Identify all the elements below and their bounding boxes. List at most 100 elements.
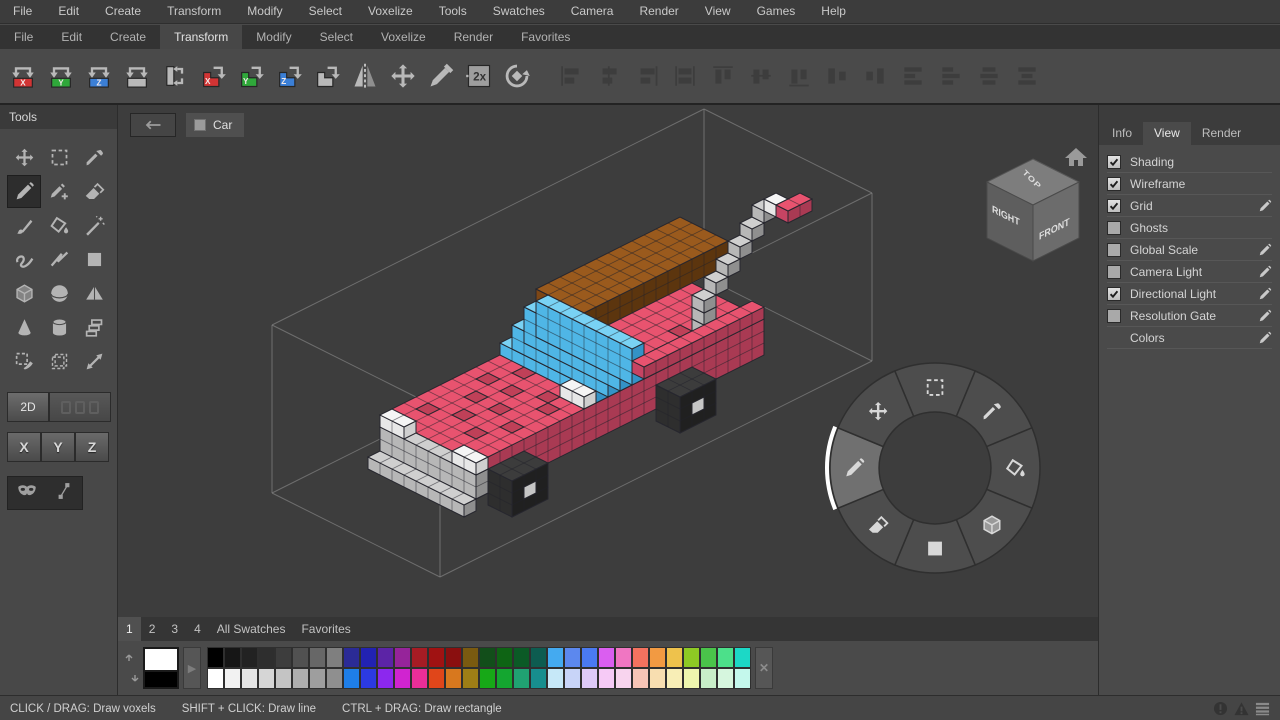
color-swatch[interactable] [700, 668, 717, 689]
checkbox-ghosts[interactable] [1107, 221, 1121, 235]
color-swatch[interactable] [666, 647, 683, 668]
color-swatch[interactable] [598, 647, 615, 668]
tool-move[interactable] [7, 141, 41, 174]
menu-games[interactable]: Games [744, 0, 809, 23]
tool-brush[interactable] [7, 209, 41, 242]
primary-color[interactable] [143, 647, 179, 672]
swatch-tab-4[interactable]: 4 [186, 617, 209, 641]
ribbon-tab-render[interactable]: Render [440, 25, 507, 49]
checkbox-shading[interactable] [1107, 155, 1121, 169]
toolbar-flip-axis-x[interactable]: X [6, 59, 40, 93]
back-button[interactable] [130, 113, 176, 137]
color-swatch[interactable] [411, 668, 428, 689]
menu-render[interactable]: Render [626, 0, 691, 23]
error-icon[interactable] [1213, 701, 1228, 716]
menu-view[interactable]: View [692, 0, 744, 23]
color-swatch[interactable] [564, 647, 581, 668]
color-swatch[interactable] [224, 647, 241, 668]
color-swatch[interactable] [496, 668, 513, 689]
toolbar-flip-axis-z[interactable]: Z [82, 59, 116, 93]
tool-select-brush[interactable] [7, 345, 41, 378]
menu-select[interactable]: Select [296, 0, 355, 23]
color-swatch[interactable] [683, 668, 700, 689]
swatch-close-button[interactable]: ✕ [755, 647, 773, 689]
color-swatch[interactable] [479, 668, 496, 689]
menu-file[interactable]: File [0, 0, 45, 23]
tool-extrude[interactable] [77, 311, 111, 344]
mode-boxes-button[interactable] [49, 392, 111, 422]
color-swatch[interactable] [394, 668, 411, 689]
color-swatch[interactable] [734, 647, 751, 668]
ribbon-tab-select[interactable]: Select [306, 25, 367, 49]
color-swatch[interactable] [428, 647, 445, 668]
tool-picker[interactable] [77, 141, 111, 174]
toolbar-move[interactable] [386, 59, 420, 93]
ribbon-tab-modify[interactable]: Modify [242, 25, 305, 49]
tool-sphere[interactable] [42, 277, 76, 310]
tool-box[interactable] [7, 277, 41, 310]
color-swatch[interactable] [530, 668, 547, 689]
color-swatch[interactable] [275, 668, 292, 689]
menu-tools[interactable]: Tools [426, 0, 480, 23]
axis-z-button[interactable]: Z [75, 432, 109, 462]
ribbon-tab-transform[interactable]: Transform [160, 25, 242, 49]
color-swatch[interactable] [683, 647, 700, 668]
color-swatch[interactable] [615, 668, 632, 689]
color-swatch[interactable] [479, 647, 496, 668]
tool-mirror-line[interactable] [54, 481, 74, 506]
tool-bucket[interactable] [42, 209, 76, 242]
color-swatch[interactable] [258, 647, 275, 668]
viewport-3d[interactable]: TOPRIGHTFRONT Car [118, 105, 1098, 617]
color-swatch[interactable] [547, 647, 564, 668]
checkbox-global-scale[interactable] [1107, 243, 1121, 257]
color-swatch[interactable] [360, 668, 377, 689]
axis-y-button[interactable]: Y [41, 432, 75, 462]
panel-tab-view[interactable]: View [1143, 122, 1191, 145]
ribbon-tab-voxelize[interactable]: Voxelize [367, 25, 440, 49]
color-swatch[interactable] [377, 647, 394, 668]
color-swatch[interactable] [224, 668, 241, 689]
color-swatch[interactable] [343, 647, 360, 668]
color-swatch[interactable] [275, 647, 292, 668]
color-swatch[interactable] [207, 668, 224, 689]
tool-scale[interactable] [77, 345, 111, 378]
menu-swatches[interactable]: Swatches [480, 0, 558, 23]
navigation-cube[interactable]: TOPRIGHTFRONT [987, 159, 1079, 261]
color-swatch[interactable] [462, 668, 479, 689]
tool-rect[interactable] [77, 243, 111, 276]
swatch-tab-2[interactable]: 2 [141, 617, 164, 641]
color-swatch[interactable] [513, 647, 530, 668]
toolbar-rotate-axis-y[interactable]: Y [234, 59, 268, 93]
edit-pencil-icon[interactable] [1258, 265, 1272, 279]
color-swatch[interactable] [530, 647, 547, 668]
menu-transform[interactable]: Transform [154, 0, 234, 23]
edit-pencil-icon[interactable] [1258, 331, 1272, 345]
secondary-color[interactable] [143, 672, 179, 689]
color-swatch[interactable] [666, 668, 683, 689]
tool-select[interactable] [42, 141, 76, 174]
menu-camera[interactable]: Camera [558, 0, 627, 23]
ribbon-tab-file[interactable]: File [0, 25, 47, 49]
voxel-scene[interactable]: TOPRIGHTFRONT [118, 105, 1098, 617]
toolbar-rotate-axis-z[interactable]: Z [272, 59, 306, 93]
warning-icon[interactable] [1234, 701, 1249, 716]
menu-help[interactable]: Help [808, 0, 859, 23]
color-swatch[interactable] [292, 647, 309, 668]
tool-pyramid[interactable] [77, 277, 111, 310]
ribbon-tab-favorites[interactable]: Favorites [507, 25, 584, 49]
color-swatch[interactable] [717, 647, 734, 668]
color-chip[interactable] [143, 647, 179, 689]
color-swatch[interactable] [360, 647, 377, 668]
swatch-tab-1[interactable]: 1 [118, 617, 141, 641]
color-swatch[interactable] [207, 647, 224, 668]
edit-pencil-icon[interactable] [1258, 199, 1272, 213]
toolbar-orbit[interactable] [500, 59, 534, 93]
tool-pencil[interactable] [7, 175, 41, 208]
color-swatch[interactable] [394, 647, 411, 668]
edit-pencil-icon[interactable] [1258, 309, 1272, 323]
panel-tab-render[interactable]: Render [1191, 122, 1252, 145]
menu-edit[interactable]: Edit [45, 0, 92, 23]
swatch-tab-3[interactable]: 3 [163, 617, 186, 641]
color-swatch[interactable] [445, 647, 462, 668]
toolbar-shear[interactable] [424, 59, 458, 93]
